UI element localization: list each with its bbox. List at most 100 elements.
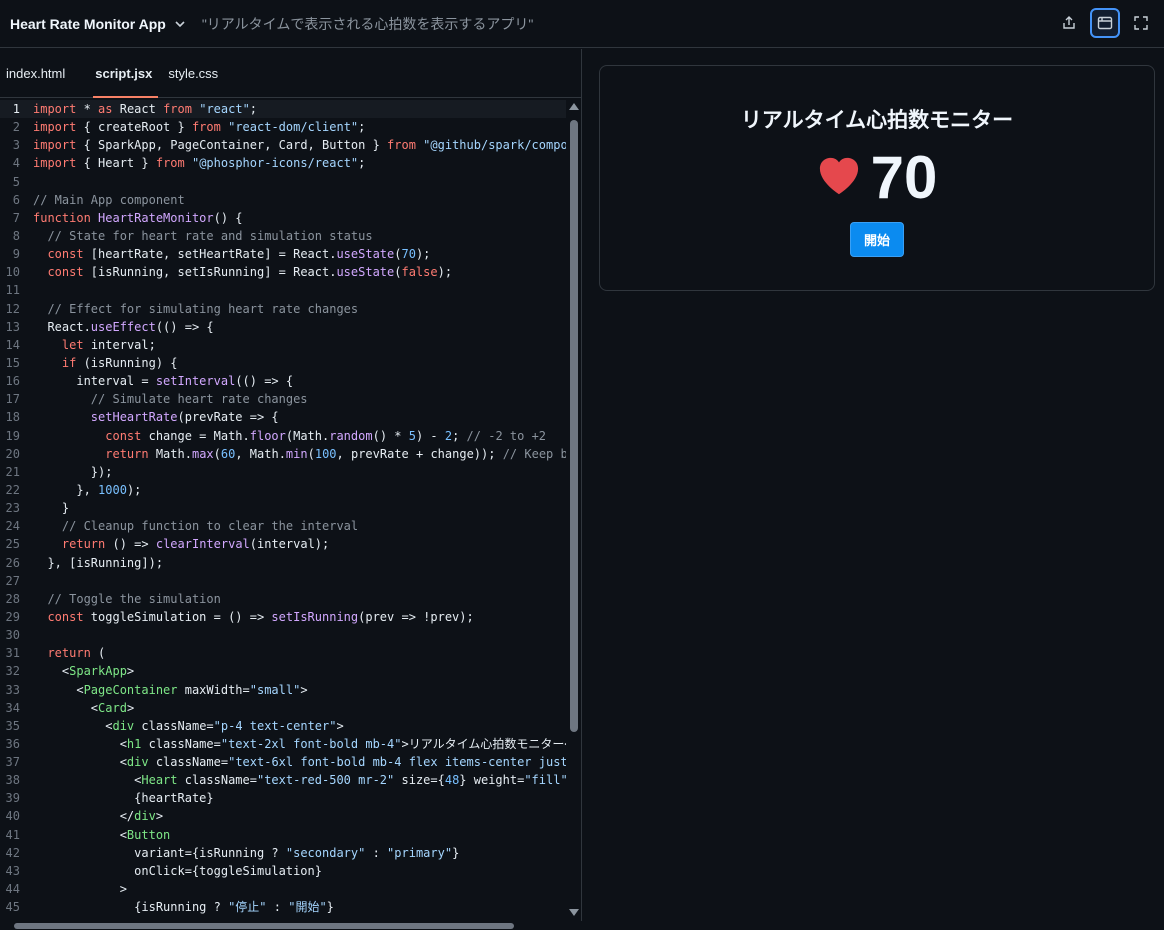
code-line[interactable]: 9 const [heartRate, setHeartRate] = Reac…: [0, 245, 566, 263]
code-line[interactable]: 44 >: [0, 880, 566, 898]
code-line[interactable]: 26 }, [isRunning]);: [0, 554, 566, 572]
line-number: 31: [5, 646, 20, 661]
code-line[interactable]: 43 onClick={toggleSimulation}: [0, 862, 566, 880]
chevron-down-icon[interactable]: [174, 18, 186, 30]
code-line[interactable]: 7 function HeartRateMonitor() {: [0, 209, 566, 227]
code-line[interactable]: 15 if (isRunning) {: [0, 354, 566, 372]
code-content[interactable]: 1 import * as React from "react"; 2 import …: [0, 100, 566, 920]
code-line[interactable]: 24 // Cleanup function to clear the inte…: [0, 517, 566, 535]
line-number: 15: [5, 355, 20, 370]
app-title[interactable]: Heart Rate Monitor App: [10, 16, 166, 32]
code-line[interactable]: 42 variant={isRunning ? "secondary" : "p…: [0, 844, 566, 862]
horizontal-scroll-thumb[interactable]: [14, 923, 514, 929]
code-line[interactable]: 33 <PageContainer maxWidth="small">: [0, 681, 566, 699]
code-line[interactable]: 18 setHeartRate(prevRate => {: [0, 408, 566, 426]
line-code: function HeartRateMonitor() {: [33, 210, 243, 225]
tab-index-html[interactable]: index.html: [0, 49, 75, 97]
code-line[interactable]: 30: [0, 626, 566, 644]
code-line[interactable]: 36 <h1 className="text-2xl font-bold mb-…: [0, 735, 566, 753]
line-number: 30: [5, 628, 20, 643]
code-line[interactable]: 20 return Math.max(60, Math.min(100, pre…: [0, 445, 566, 463]
line-number: 23: [5, 501, 20, 516]
code-line[interactable]: 11: [0, 281, 566, 299]
line-number: 27: [5, 573, 20, 588]
line-code: import { SparkApp, PageContainer, Card, …: [33, 138, 566, 153]
tab-style-css[interactable]: style.css: [162, 49, 228, 97]
share-icon[interactable]: [1054, 8, 1084, 38]
line-code: return () => clearInterval(interval);: [61, 537, 330, 552]
code-line[interactable]: 25 return () => clearInterval(interval);: [0, 535, 566, 553]
line-number: 42: [5, 845, 20, 860]
code-line[interactable]: 39 {heartRate}: [0, 789, 566, 807]
line-code: const [heartRate, setHeartRate] = React.…: [47, 247, 431, 262]
code-line[interactable]: 16 interval = setInterval(() => {: [0, 372, 566, 390]
code-line[interactable]: 17 // Simulate heart rate changes: [0, 390, 566, 408]
code-line[interactable]: 4 import { Heart } from "@phosphor-icons/…: [0, 154, 566, 172]
code-line[interactable]: 32 <SparkApp>: [0, 662, 566, 680]
scroll-down-arrow-icon[interactable]: [569, 909, 579, 916]
line-number: 29: [5, 609, 20, 624]
line-code: return (: [47, 646, 106, 661]
line-code: import { Heart } from "@phosphor-icons/r…: [33, 156, 366, 171]
preview-window-icon[interactable]: [1090, 8, 1120, 38]
code-line[interactable]: 6 // Main App component: [0, 191, 566, 209]
code-line[interactable]: 10 const [isRunning, setIsRunning] = Rea…: [0, 263, 566, 281]
line-code: // Cleanup function to clear the interva…: [61, 519, 359, 534]
line-number: 13: [5, 319, 20, 334]
code-line[interactable]: 37 <div className="text-6xl font-bold mb…: [0, 753, 566, 771]
code-line[interactable]: 23 }: [0, 499, 566, 517]
fullscreen-icon[interactable]: [1126, 8, 1156, 38]
code-line[interactable]: 5: [0, 173, 566, 191]
code-line[interactable]: 38 <Heart className="text-red-500 mr-2" …: [0, 771, 566, 789]
code-line[interactable]: 34 <Card>: [0, 699, 566, 717]
vertical-scrollbar[interactable]: [567, 100, 581, 920]
code-line[interactable]: 31 return (: [0, 644, 566, 662]
vertical-scroll-thumb[interactable]: [570, 120, 578, 732]
line-code: <SparkApp>: [33, 664, 135, 679]
line-code: <Button: [33, 827, 171, 842]
code-line[interactable]: 8 // State for heart rate and simulation…: [0, 227, 566, 245]
monitor-title: リアルタイム心拍数モニター: [740, 109, 1014, 132]
top-bar: Heart Rate Monitor App "リアルタイムで表示される心拍数を…: [0, 0, 1164, 48]
code-line[interactable]: 2 import { createRoot } from "react-dom/c…: [0, 118, 566, 136]
code-line[interactable]: 40 </div>: [0, 807, 566, 825]
line-code: const toggleSimulation = () => setIsRunn…: [47, 609, 474, 624]
code-line[interactable]: 35 <div className="p-4 text-center">: [0, 717, 566, 735]
line-number: 17: [5, 392, 20, 407]
code-line[interactable]: 22 }, 1000);: [0, 481, 566, 499]
code-line[interactable]: 3 import { SparkApp, PageContainer, Card,…: [0, 136, 566, 154]
horizontal-scrollbar[interactable]: [0, 921, 582, 930]
line-number: 9: [12, 247, 20, 262]
line-number: 41: [5, 827, 20, 842]
line-number: 7: [12, 210, 20, 225]
line-number: 11: [5, 283, 20, 298]
line-code: {isRunning ? "停止" : "開始"}: [33, 900, 334, 915]
line-code: >: [33, 882, 127, 897]
code-line[interactable]: 41 <Button: [0, 826, 566, 844]
code-line[interactable]: 1 import * as React from "react";: [0, 100, 566, 119]
line-number: 43: [5, 863, 20, 878]
line-number: 12: [5, 301, 20, 316]
line-number: 14: [5, 337, 20, 352]
scroll-up-arrow-icon[interactable]: [569, 103, 579, 110]
line-code: // Main App component: [33, 192, 185, 207]
top-actions: [1054, 8, 1156, 38]
line-code: import { createRoot } from "react-dom/cl…: [33, 120, 366, 135]
line-code: });: [33, 464, 113, 479]
code-line[interactable]: 13 React.useEffect(() => {: [0, 318, 566, 336]
code-line[interactable]: 19 const change = Math.floor(Math.random…: [0, 427, 566, 445]
start-button[interactable]: 開始: [850, 222, 904, 257]
line-number: 2: [12, 120, 20, 135]
code-line[interactable]: 14 let interval;: [0, 336, 566, 354]
code-line[interactable]: 28 // Toggle the simulation: [0, 590, 566, 608]
code-line[interactable]: 45 {isRunning ? "停止" : "開始"}: [0, 898, 566, 916]
code-line[interactable]: 29 const toggleSimulation = () => setIsR…: [0, 608, 566, 626]
code-line[interactable]: 12 // Effect for simulating heart rate c…: [0, 300, 566, 318]
monitor-card: リアルタイム心拍数モニター 70 開始: [599, 65, 1155, 291]
line-code: if (isRunning) {: [61, 355, 178, 370]
code-editor-pane: index.html script.jsx style.css 1 import …: [0, 49, 582, 930]
line-number: 44: [5, 882, 20, 897]
tab-script-jsx[interactable]: script.jsx: [89, 49, 162, 98]
code-line[interactable]: 21 });: [0, 463, 566, 481]
code-line[interactable]: 27: [0, 572, 566, 590]
